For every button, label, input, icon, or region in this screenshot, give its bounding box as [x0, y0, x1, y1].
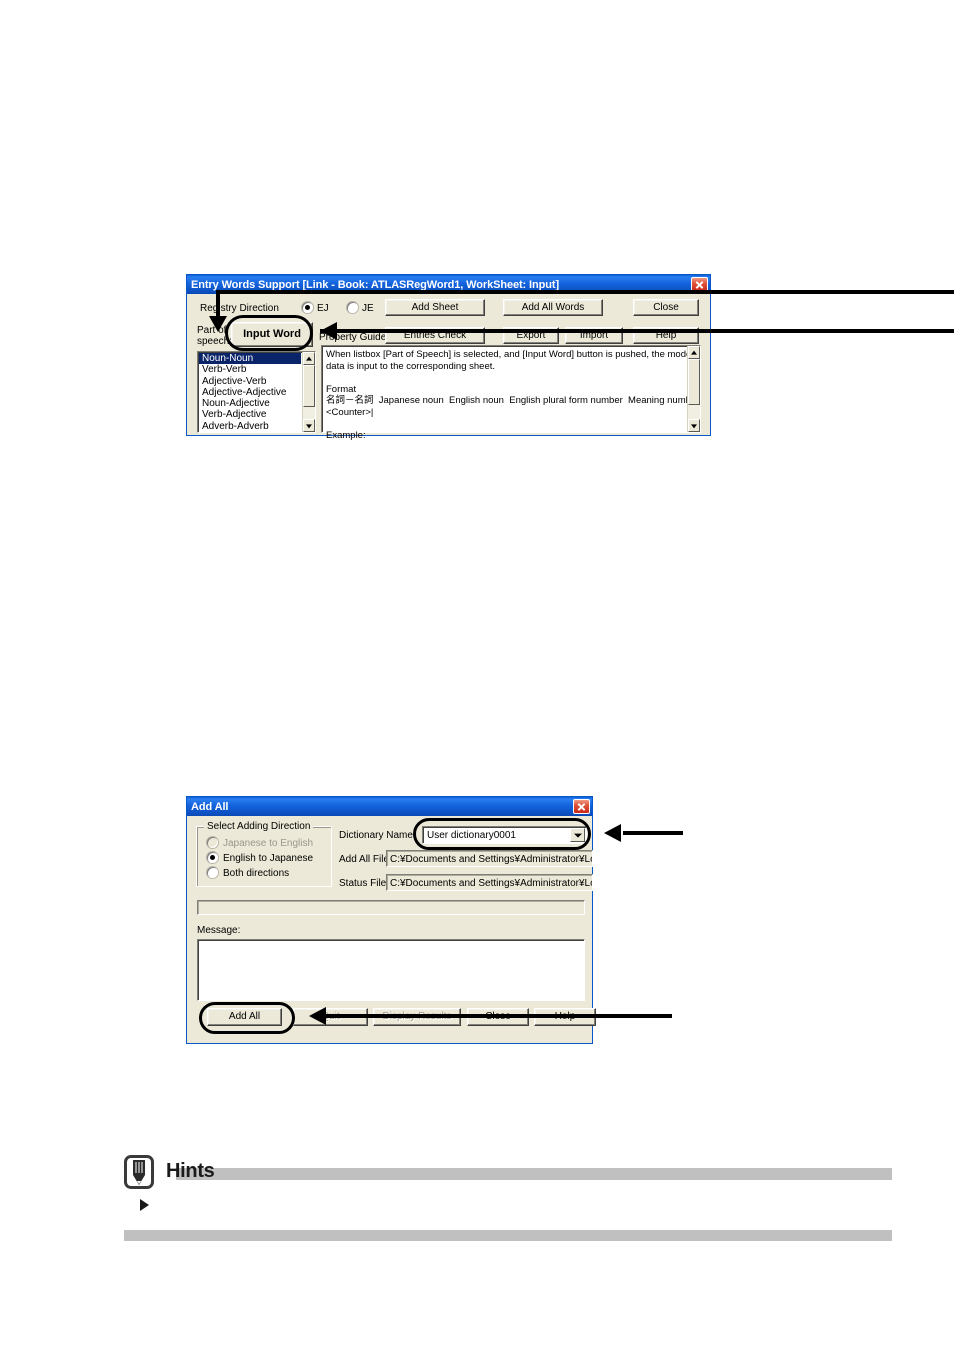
pencil-icon	[124, 1155, 154, 1189]
hints-divider-bar	[176, 1168, 892, 1180]
hints-section: Hints	[0, 0, 954, 1348]
triangle-bullet-icon	[140, 1199, 149, 1211]
hints-title: Hints	[166, 1160, 215, 1182]
hints-bottom-bar	[124, 1230, 892, 1241]
